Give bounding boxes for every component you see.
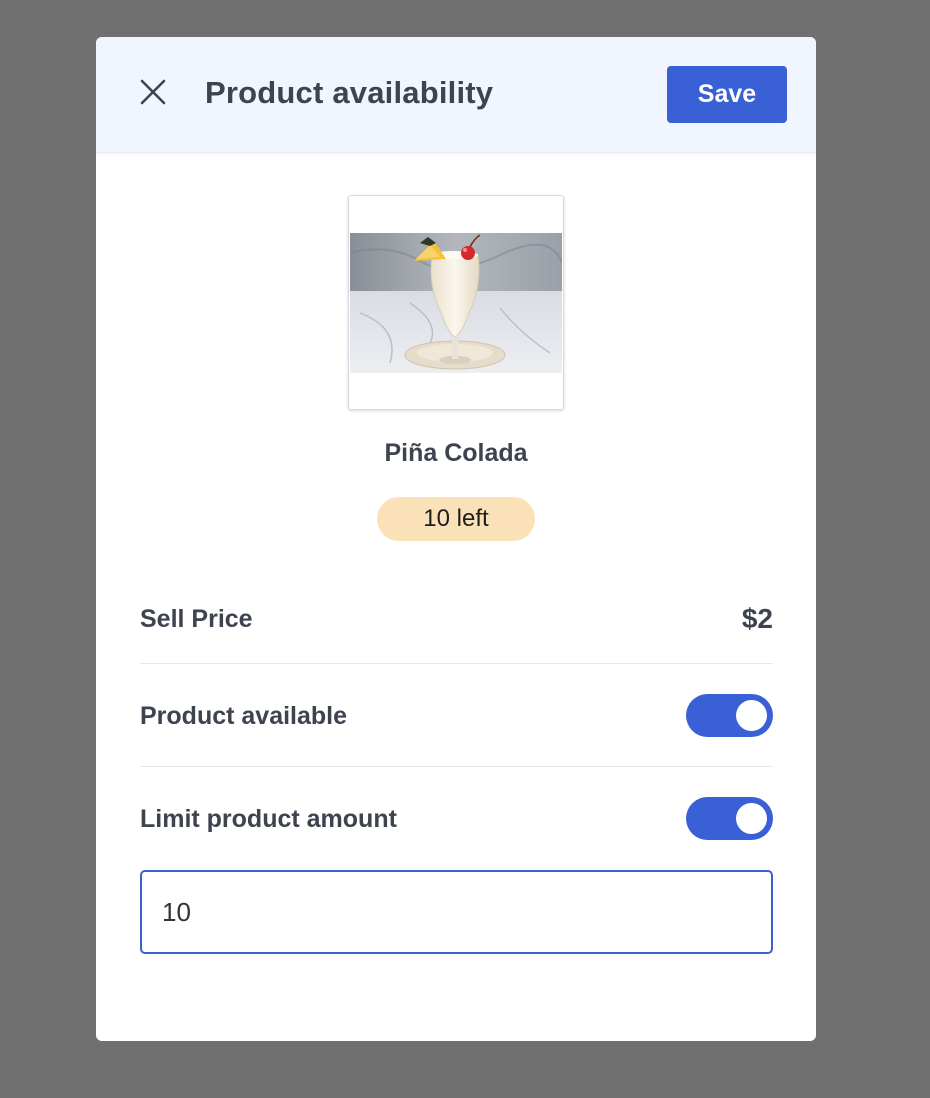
product-available-row: Product available — [140, 694, 773, 737]
divider — [140, 663, 773, 664]
sell-price-label: Sell Price — [140, 605, 253, 633]
stock-badge: 10 left — [377, 497, 535, 541]
toggle-knob — [736, 803, 767, 834]
product-available-label: Product available — [140, 702, 348, 730]
modal-header: Product availability Save — [96, 37, 816, 153]
save-button[interactable]: Save — [667, 66, 787, 123]
sell-price-row: Sell Price $2 — [140, 603, 773, 645]
product-image — [348, 195, 564, 410]
product-name: Piña Colada — [384, 439, 528, 467]
close-icon — [140, 79, 166, 110]
toggle-knob — [736, 700, 767, 731]
limit-amount-row: Limit product amount — [140, 797, 773, 840]
limit-amount-label: Limit product amount — [140, 805, 397, 833]
close-button[interactable] — [136, 77, 170, 111]
modal-title: Product availability — [205, 75, 494, 110]
sell-price-value: $2 — [741, 603, 773, 634]
product-availability-modal: Product availability Save Piña Colada 10… — [96, 37, 816, 1041]
limit-amount-toggle[interactable] — [686, 797, 773, 840]
limit-amount-input[interactable] — [140, 870, 773, 954]
product-available-toggle[interactable] — [686, 694, 773, 737]
divider — [140, 766, 773, 767]
